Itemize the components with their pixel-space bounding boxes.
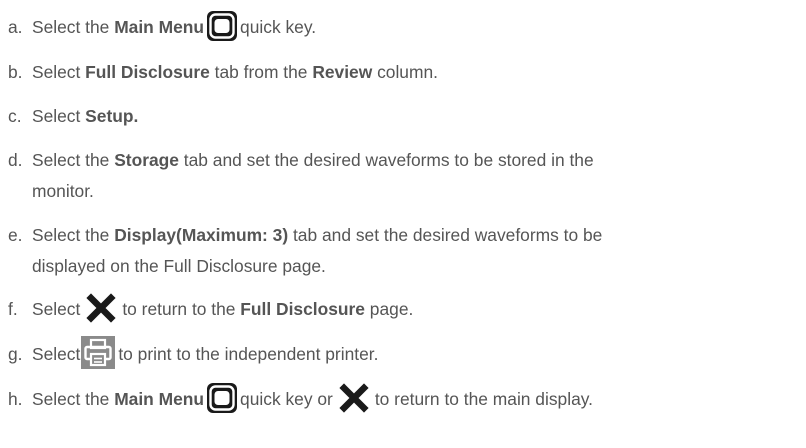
step-bold: Full Disclosure [240, 299, 365, 319]
step-text: Select [32, 344, 81, 364]
main-menu-icon [207, 11, 238, 42]
step-bold: Setup. [85, 106, 139, 126]
step-text: to return to the [122, 299, 241, 319]
step-marker: c. [8, 106, 22, 126]
step-text: quick key or [240, 389, 333, 409]
step-marker: h. [8, 389, 23, 409]
step-c: c. Select Setup. [8, 103, 806, 129]
step-text: Select the [32, 389, 115, 409]
step-bold: Main Menu [114, 17, 205, 37]
step-marker: g. [8, 344, 23, 364]
step-text: Select the [32, 225, 115, 245]
step-text: tab and set the desired waveforms to be [288, 225, 603, 245]
step-marker: f. [8, 299, 18, 319]
step-text: monitor. [32, 181, 94, 201]
step-d-continuation: monitor. [8, 178, 806, 204]
step-e-continuation: displayed on the Full Disclosure page. [8, 253, 806, 279]
step-text: tab from the [209, 62, 313, 82]
step-text: to return to the main display. [374, 389, 593, 409]
step-text: column. [372, 62, 438, 82]
step-bold: Full Disclosure [85, 62, 210, 82]
step-text: Select [32, 299, 81, 319]
step-text: Select [32, 62, 86, 82]
step-text: page. [364, 299, 414, 319]
step-text: Select the [32, 17, 115, 37]
step-f: f. Select to return to the Full Disclosure… [8, 293, 806, 324]
step-text: tab and set the desired waveforms to be … [178, 150, 594, 170]
step-text: quick key. [240, 17, 317, 37]
step-b: b. Select Full Disclosure tab from the Re… [8, 59, 806, 85]
step-bold: Main Menu [114, 389, 205, 409]
step-marker: a. [8, 17, 23, 37]
close-icon [339, 383, 369, 414]
step-text: displayed on the Full Disclosure page. [32, 256, 326, 276]
step-h: h. Select the Main Menu quick key or to ret… [8, 383, 806, 414]
step-bold: Storage [114, 150, 179, 170]
step-e: e. Select the Display(Maximum: 3) tab and… [8, 222, 806, 248]
step-bold: Review [312, 62, 373, 82]
print-icon [81, 336, 116, 370]
step-d: d. Select the Storage tab and set the des… [8, 147, 806, 173]
step-text: Select the [32, 150, 115, 170]
step-marker: d. [8, 150, 23, 170]
step-marker: b. [8, 62, 23, 82]
step-bold: Display(Maximum: 3) [114, 225, 289, 245]
close-icon [86, 293, 116, 324]
step-g: g. Select to print to the independent prin… [8, 336, 806, 370]
step-a: a. Select the Main Menu quick key. [8, 11, 806, 42]
step-text: to print to the independent printer. [118, 344, 379, 364]
step-text: Select [32, 106, 86, 126]
step-marker: e. [8, 225, 23, 245]
main-menu-icon [207, 383, 238, 414]
